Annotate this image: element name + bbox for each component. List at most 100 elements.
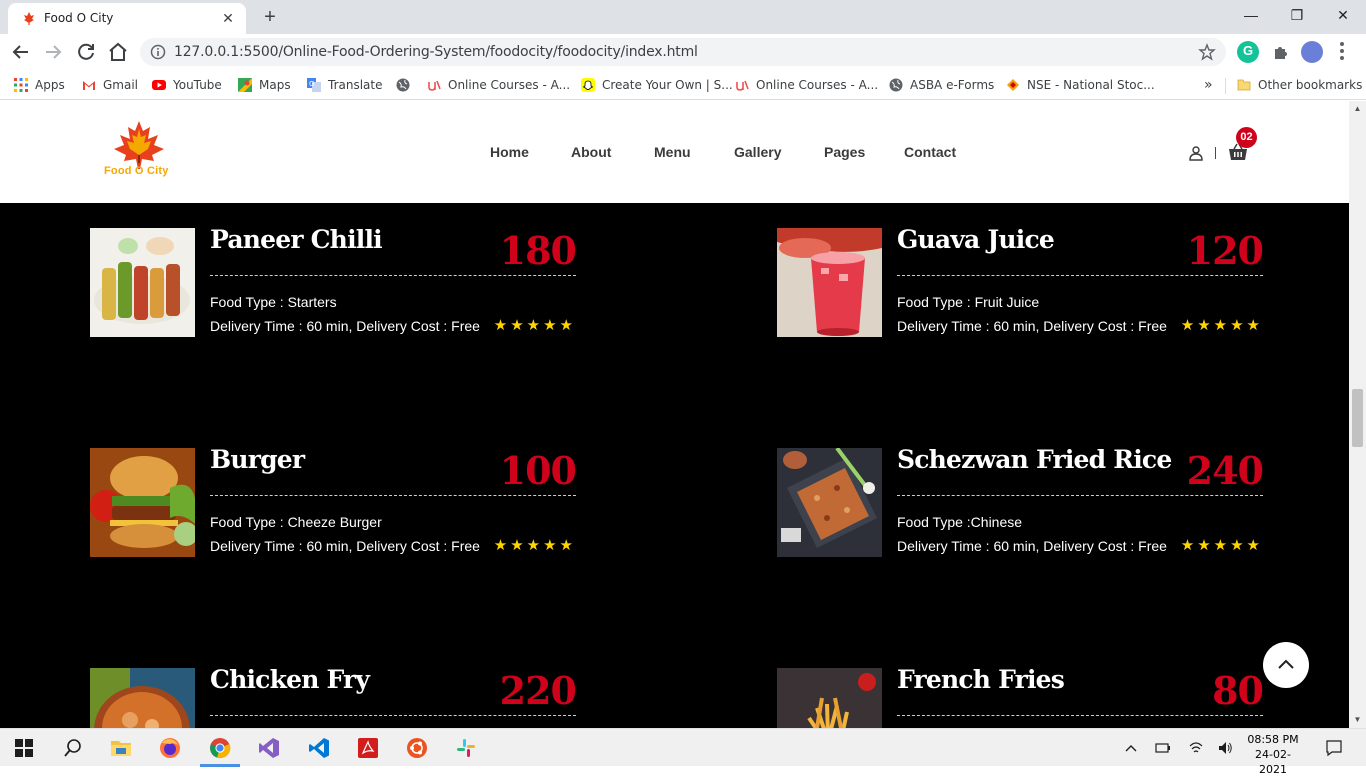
menu-item-food-type: Food Type : Fruit Juice	[897, 294, 1040, 310]
scroll-down-arrow-icon[interactable]: ▼	[1353, 715, 1362, 724]
gmail-icon	[83, 81, 95, 90]
menu-item-name: Chicken Fry	[210, 665, 370, 694]
url-text: 127.0.0.1:5500/Online-Food-Ordering-Syst…	[174, 44, 698, 60]
scroll-up-arrow-icon[interactable]: ▲	[1353, 104, 1362, 113]
menu-item-chicken-fry[interactable]: Chicken Fry 220	[90, 665, 577, 728]
french-fries-image	[777, 668, 882, 728]
profile-avatar-icon[interactable]	[1301, 41, 1323, 63]
menu-item-name: Paneer Chilli	[210, 225, 383, 254]
reload-icon[interactable]	[74, 40, 98, 64]
menu-item-food-type: Food Type : Starters	[210, 294, 337, 310]
page-scrollbar[interactable]: ▲ ▼	[1349, 101, 1366, 728]
nav-gallery[interactable]: Gallery	[734, 144, 781, 160]
menu-item-delivery: Delivery Time : 60 min, Delivery Cost : …	[897, 538, 1167, 554]
bookmark-apps[interactable]: Apps	[14, 76, 65, 94]
svg-text:G: G	[309, 80, 314, 88]
bookmark-online-courses-2[interactable]: Online Courses - A...	[735, 76, 878, 94]
bookmark-youtube[interactable]: YouTube	[152, 76, 222, 94]
menu-item-schezwan-fried-rice[interactable]: Schezwan Fried Rice 240 Food Type :Chine…	[777, 445, 1264, 560]
globe-icon	[889, 78, 903, 92]
nse-icon	[1007, 79, 1019, 91]
maximize-icon[interactable]: ❐	[1274, 0, 1320, 30]
address-bar[interactable]: 127.0.0.1:5500/Online-Food-Ordering-Syst…	[140, 38, 1226, 66]
notifications-icon[interactable]	[1325, 739, 1343, 757]
menu-item-paneer-chilli[interactable]: Paneer Chilli 180 Food Type : Starters D…	[90, 225, 577, 340]
bookmark-online-courses-1[interactable]: Online Courses - A...	[427, 76, 570, 94]
extensions-puzzle-icon[interactable]	[1270, 41, 1292, 63]
back-arrow-icon[interactable]	[9, 40, 33, 64]
translate-icon: G	[307, 78, 321, 92]
logo-text[interactable]: Food O City	[104, 165, 169, 177]
nav-about[interactable]: About	[571, 144, 611, 160]
nav-menu[interactable]: Menu	[654, 144, 691, 160]
bookmark-translate[interactable]: G Translate	[307, 76, 383, 94]
bookmark-maps[interactable]: Maps	[238, 76, 291, 94]
bookmark-create-your-own[interactable]: Create Your Own | S...	[581, 76, 733, 94]
speaker-volume-icon[interactable]	[1217, 740, 1233, 756]
grammarly-extension-icon[interactable]: G	[1237, 41, 1259, 63]
nav-pages[interactable]: Pages	[824, 144, 865, 160]
star-rating-icon: ★★★★★	[1180, 317, 1263, 334]
forward-arrow-icon[interactable]	[41, 40, 65, 64]
site-info-icon[interactable]	[150, 44, 166, 60]
bookmarks-bar: Apps Gmail YouTube Maps G Translate Onli…	[0, 70, 1366, 100]
close-window-icon[interactable]: ✕	[1320, 0, 1366, 30]
youtube-icon	[152, 80, 166, 90]
bookmark-globe[interactable]	[396, 76, 417, 94]
battery-icon[interactable]	[1155, 740, 1171, 756]
file-explorer-icon[interactable]	[110, 737, 132, 759]
windows-start-icon[interactable]	[14, 738, 34, 758]
nav-home[interactable]: Home	[490, 144, 529, 160]
menu-item-price: 220	[499, 668, 577, 713]
other-bookmarks-folder[interactable]: Other bookmarks	[1237, 76, 1362, 94]
menu-item-guava-juice[interactable]: Guava Juice 120 Food Type : Fruit Juice …	[777, 225, 1264, 340]
home-icon[interactable]	[106, 40, 130, 64]
close-tab-icon[interactable]: ✕	[218, 8, 238, 28]
menu-item-price: 120	[1186, 228, 1264, 273]
bookmark-star-icon[interactable]	[1198, 43, 1216, 61]
star-rating-icon: ★★★★★	[1180, 537, 1263, 554]
food-o-city-favicon-icon	[24, 12, 34, 25]
folder-icon	[1237, 79, 1251, 91]
ubuntu-icon[interactable]	[406, 737, 428, 759]
header-divider	[1215, 147, 1216, 159]
dashed-divider	[210, 495, 576, 496]
menu-item-price: 100	[499, 448, 577, 493]
minimize-icon[interactable]: —	[1228, 0, 1274, 30]
browser-tab[interactable]: Food O City ✕	[8, 3, 246, 34]
chevron-up-icon	[1278, 659, 1294, 669]
star-rating-icon: ★★★★★	[493, 537, 576, 554]
chicken-fry-image	[90, 668, 195, 728]
menu-item-delivery: Delivery Time : 60 min, Delivery Cost : …	[897, 318, 1167, 334]
bookmark-nse[interactable]: NSE - National Stoc...	[1006, 76, 1155, 94]
maps-icon	[238, 78, 252, 92]
taskbar-clock[interactable]: 08:58 PM 24-02-2021	[1246, 732, 1300, 777]
menu-item-price: 240	[1186, 448, 1264, 493]
more-bookmarks-chevron[interactable]: »	[1204, 76, 1213, 94]
search-icon[interactable]	[62, 737, 84, 759]
new-tab-icon[interactable]: +	[258, 6, 282, 28]
user-account-icon[interactable]	[1188, 145, 1204, 161]
chrome-menu-icon[interactable]	[1340, 42, 1344, 62]
scroll-to-top-button[interactable]	[1263, 642, 1309, 688]
udemy-icon	[736, 80, 749, 91]
menu-item-delivery: Delivery Time : 60 min, Delivery Cost : …	[210, 538, 480, 554]
menu-item-french-fries[interactable]: French Fries 80	[777, 665, 1264, 728]
nav-contact[interactable]: Contact	[904, 144, 956, 160]
menu-item-food-type: Food Type :Chinese	[897, 514, 1023, 530]
bookmark-asba[interactable]: ASBA e-Forms	[889, 76, 994, 94]
slack-icon[interactable]	[455, 737, 477, 759]
menu-item-burger[interactable]: Burger 100 Food Type : Cheeze Burger Del…	[90, 445, 577, 560]
bookmark-gmail[interactable]: Gmail	[82, 76, 138, 94]
acrobat-reader-icon[interactable]	[357, 737, 379, 759]
udemy-icon	[428, 80, 441, 91]
firefox-icon[interactable]	[159, 737, 181, 759]
chrome-icon[interactable]	[209, 737, 231, 759]
vscode-icon[interactable]	[308, 737, 330, 759]
bookmarks-divider	[1225, 78, 1226, 94]
scrollbar-thumb[interactable]	[1352, 389, 1363, 447]
wifi-icon[interactable]	[1188, 740, 1204, 756]
chevron-up-tray-icon[interactable]	[1123, 740, 1139, 756]
visual-studio-icon[interactable]	[258, 737, 280, 759]
menu-item-name: French Fries	[897, 665, 1065, 694]
